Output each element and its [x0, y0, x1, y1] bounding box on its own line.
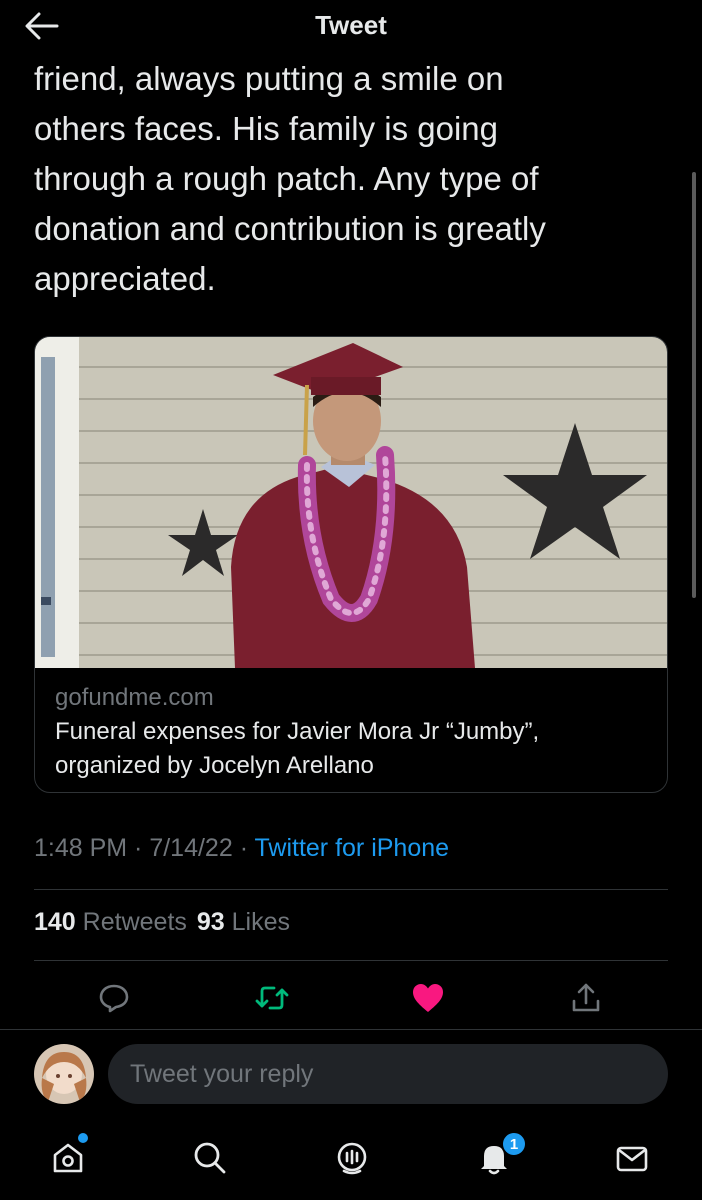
reply-icon	[99, 984, 129, 1013]
like-button[interactable]	[406, 976, 450, 1020]
tweet-date: 7/14/22	[149, 834, 233, 862]
notifications-badge: 1	[501, 1131, 527, 1157]
retweets-stat[interactable]: 140 Retweets	[34, 908, 187, 936]
share-icon	[572, 983, 600, 1012]
card-meta: gofundme.com Funeral expenses for Javier…	[55, 681, 655, 783]
tweet-text-line: appreciated.	[34, 260, 216, 297]
tweet-text: friend, always putting a smile on others…	[34, 54, 654, 304]
separator: ·	[127, 834, 150, 862]
likes-stat[interactable]: 93 Likes	[197, 908, 290, 936]
divider	[34, 889, 668, 890]
home-unread-dot	[78, 1133, 88, 1143]
retweets-count: 140	[34, 908, 76, 936]
scrollbar[interactable]	[692, 172, 696, 598]
divider	[34, 960, 668, 961]
search-icon	[194, 1142, 226, 1174]
tweet-stats-row: 140 Retweets 93 Likes	[34, 908, 300, 937]
tweet-text-line: others faces. His family is going	[34, 110, 499, 147]
top-nav-bar: Tweet	[0, 0, 702, 52]
heart-filled-icon	[413, 984, 443, 1012]
card-image	[35, 337, 667, 668]
card-domain: gofundme.com	[55, 684, 214, 711]
link-preview-card[interactable]: gofundme.com Funeral expenses for Javier…	[34, 336, 668, 793]
divider	[0, 1029, 702, 1030]
card-title-line: Funeral expenses for Javier Mora Jr “Jum…	[55, 718, 540, 745]
retweets-label: Retweets	[82, 908, 187, 936]
retweet-icon	[255, 986, 289, 1010]
retweet-button[interactable]	[250, 976, 294, 1020]
tweet-time: 1:48 PM	[34, 834, 128, 862]
tab-spaces[interactable]	[328, 1134, 376, 1182]
reply-button[interactable]	[92, 976, 136, 1020]
card-title-line: organized by Jocelyn Arellano	[55, 752, 374, 779]
tab-search[interactable]	[186, 1134, 234, 1182]
page-title: Tweet	[315, 10, 387, 40]
home-icon	[53, 1143, 83, 1173]
reply-input[interactable]	[108, 1044, 668, 1104]
tweet-text-line: through a rough patch. Any type of	[34, 160, 539, 197]
tab-messages[interactable]	[608, 1134, 656, 1182]
messages-icon	[616, 1146, 648, 1172]
tweet-text-line: donation and contribution is greatly	[34, 210, 546, 247]
separator: ·	[232, 834, 255, 862]
spaces-icon	[337, 1142, 367, 1175]
tweet-source-link[interactable]: Twitter for iPhone	[255, 834, 450, 862]
tweet-text-line: friend, always putting a smile on	[34, 60, 504, 97]
likes-count: 93	[196, 908, 225, 936]
avatar[interactable]	[34, 1044, 94, 1104]
likes-label: Likes	[231, 908, 291, 936]
tweet-timestamp-row: 1:48 PM · 7/14/22 · Twitter for iPhone	[34, 834, 449, 863]
share-button[interactable]	[564, 976, 608, 1020]
